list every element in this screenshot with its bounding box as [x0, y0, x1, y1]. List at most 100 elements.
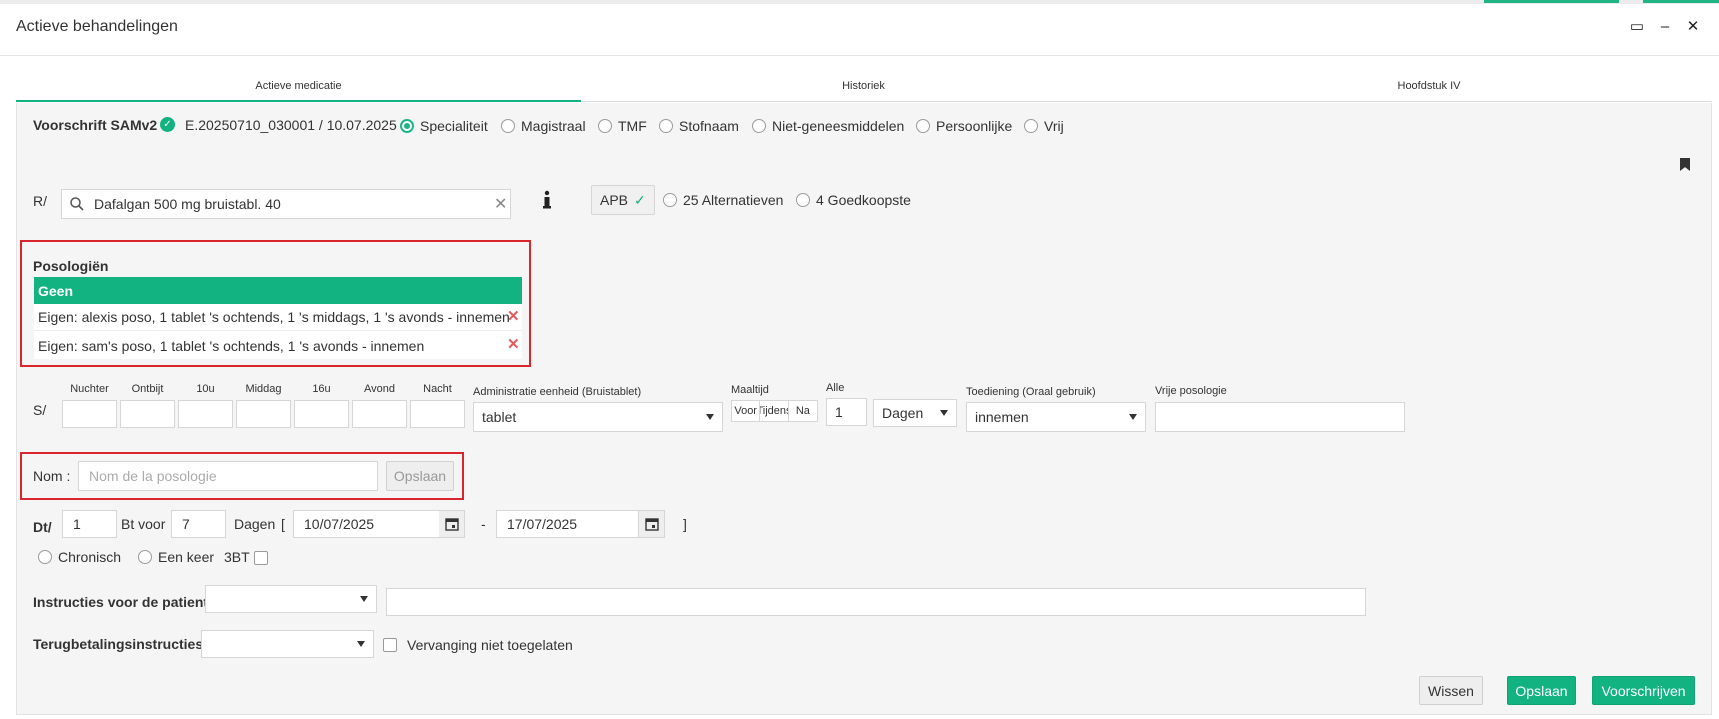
posology-item-geen[interactable]: Geen: [34, 277, 522, 304]
apb-toggle[interactable]: APB ✓: [591, 185, 655, 215]
meal-toggle-group: Voor Tijdens Na: [731, 400, 818, 422]
radio-icon: [659, 119, 673, 133]
unit-label: Administratie eenheid (Bruistablet): [473, 386, 642, 398]
radio-icon: [598, 119, 612, 133]
clear-search-icon[interactable]: ✕: [494, 194, 507, 214]
chevron-down-icon: [357, 641, 365, 647]
type-tmf[interactable]: TMF: [598, 118, 647, 134]
instructions-text-input[interactable]: [386, 588, 1366, 616]
check-icon: ✓: [634, 191, 646, 208]
dose-nacht-input[interactable]: [410, 400, 465, 428]
radio-icon: [400, 119, 414, 133]
delete-icon[interactable]: ✕: [507, 335, 520, 353]
instructions-label: Instructies voor de patient: [33, 594, 209, 610]
moment-label: 16u: [312, 383, 331, 395]
dose-10u-input[interactable]: [178, 400, 233, 428]
search-icon: [70, 197, 84, 211]
calendar-glyph: [444, 518, 459, 531]
meal-tijdens-button[interactable]: Tijdens: [760, 401, 789, 421]
admin-label: Toediening (Oraal gebruik): [966, 386, 1096, 398]
tab-historiek[interactable]: Historiek: [581, 80, 1146, 102]
alternatives-option[interactable]: 25 Alternatieven: [663, 192, 783, 208]
tab-actieve-medicatie[interactable]: Actieve medicatie: [16, 80, 581, 102]
type-magistraal[interactable]: Magistraal: [501, 118, 586, 134]
quantity-input[interactable]: 1: [62, 510, 117, 538]
every-label: Alle: [826, 382, 845, 394]
free-posology-input[interactable]: [1155, 402, 1405, 432]
every-unit-select[interactable]: Dagen: [873, 399, 957, 427]
admin-select[interactable]: innemen: [966, 402, 1146, 432]
calendar-icon[interactable]: [639, 510, 665, 538]
reimbursement-label: Terugbetalingsinstructies: [33, 636, 204, 652]
dose-avond-input[interactable]: [352, 400, 407, 428]
window-title: Actieve behandelingen: [16, 18, 178, 35]
radio-icon: [752, 119, 766, 133]
chevron-down-icon: [360, 596, 368, 602]
dose-nuchter-input[interactable]: [62, 400, 117, 428]
radio-icon: [1024, 119, 1038, 133]
moment-label: Middag: [245, 383, 282, 395]
dose-16u-input[interactable]: [294, 400, 349, 428]
clear-button[interactable]: Wissen: [1419, 676, 1483, 705]
free-posology-label: Vrije posologie: [1155, 385, 1227, 397]
prescribe-button[interactable]: Voorschrijven: [1592, 676, 1695, 705]
moment-label: Avond: [364, 383, 395, 395]
product-search-value: Dafalgan 500 mg bruistabl. 40: [94, 196, 281, 212]
product-label: R/: [33, 193, 47, 209]
minimize-icon[interactable]: –: [1656, 18, 1674, 36]
days-label: Dagen: [234, 516, 276, 532]
close-icon[interactable]: ✕: [1684, 18, 1702, 36]
radio-icon: [663, 193, 677, 207]
type-vrij[interactable]: Vrij: [1024, 118, 1064, 134]
posology-item-alexis[interactable]: Eigen: alexis poso, 1 tablet 's ochtends…: [34, 304, 522, 331]
every-input[interactable]: 1: [826, 398, 867, 426]
save-button[interactable]: Opslaan: [1507, 676, 1576, 705]
bt3-checkbox[interactable]: [254, 551, 268, 565]
delete-icon[interactable]: ✕: [507, 307, 520, 325]
type-specialiteit[interactable]: Specialiteit: [400, 118, 488, 134]
prescription-label: Voorschrift SAMv2: [33, 117, 158, 133]
tab-active-indicator: [16, 100, 581, 102]
chevron-down-icon: [940, 410, 948, 416]
calendar-glyph: [644, 518, 659, 531]
chronic-option[interactable]: Chronisch: [38, 549, 121, 565]
type-persoonlijke[interactable]: Persoonlijke: [916, 118, 1012, 134]
moment-label: 10u: [196, 383, 215, 395]
tab-hoofdstuk-iv[interactable]: Hoofdstuk IV: [1146, 80, 1712, 102]
dose-ontbijt-input[interactable]: [120, 400, 175, 428]
posology-item-sam[interactable]: Eigen: sam's poso, 1 tablet 's ochtends,…: [34, 332, 522, 359]
meal-label: Maaltijd: [731, 384, 769, 396]
check-circle-icon: ✓: [160, 117, 175, 132]
no-substitution-checkbox[interactable]: [383, 638, 397, 652]
once-option[interactable]: Een keer: [138, 549, 214, 565]
reimbursement-select[interactable]: [201, 630, 374, 658]
product-search-input[interactable]: Dafalgan 500 mg bruistabl. 40: [61, 189, 511, 219]
radio-icon: [796, 193, 810, 207]
meal-na-button[interactable]: Na: [789, 401, 817, 421]
top-tab-indicator-2: [1643, 0, 1719, 3]
type-stofnaam[interactable]: Stofnaam: [659, 118, 739, 134]
radio-icon: [501, 119, 515, 133]
tab-divider: [581, 101, 1712, 102]
moment-label: Nacht: [423, 383, 452, 395]
posology-name-input[interactable]: Nom de la posologie: [78, 461, 378, 491]
info-icon[interactable]: [542, 190, 552, 210]
radio-icon: [916, 119, 930, 133]
meal-voor-button[interactable]: Voor: [732, 401, 761, 421]
maximize-icon[interactable]: ▭: [1628, 18, 1646, 36]
instructions-select[interactable]: [205, 585, 377, 613]
posologies-title: Posologiën: [33, 258, 109, 274]
save-posology-button[interactable]: Opslaan: [386, 461, 454, 491]
cheapest-option[interactable]: 4 Goedkoopste: [796, 192, 911, 208]
end-date-input[interactable]: 17/07/2025: [496, 510, 639, 538]
moment-label: Ontbijt: [131, 383, 164, 395]
start-date-input[interactable]: 10/07/2025: [293, 510, 440, 538]
prescription-id: E.20250710_030001 / 10.07.2025: [185, 117, 397, 133]
top-tab-indicator: [1484, 0, 1619, 3]
unit-select[interactable]: tablet: [473, 402, 723, 432]
days-input[interactable]: 7: [171, 510, 226, 538]
moment-label: Nuchter: [70, 383, 109, 395]
calendar-icon[interactable]: [439, 510, 465, 538]
dose-middag-input[interactable]: [236, 400, 291, 428]
type-niet-geneesmiddelen[interactable]: Niet-geneesmiddelen: [752, 118, 904, 134]
